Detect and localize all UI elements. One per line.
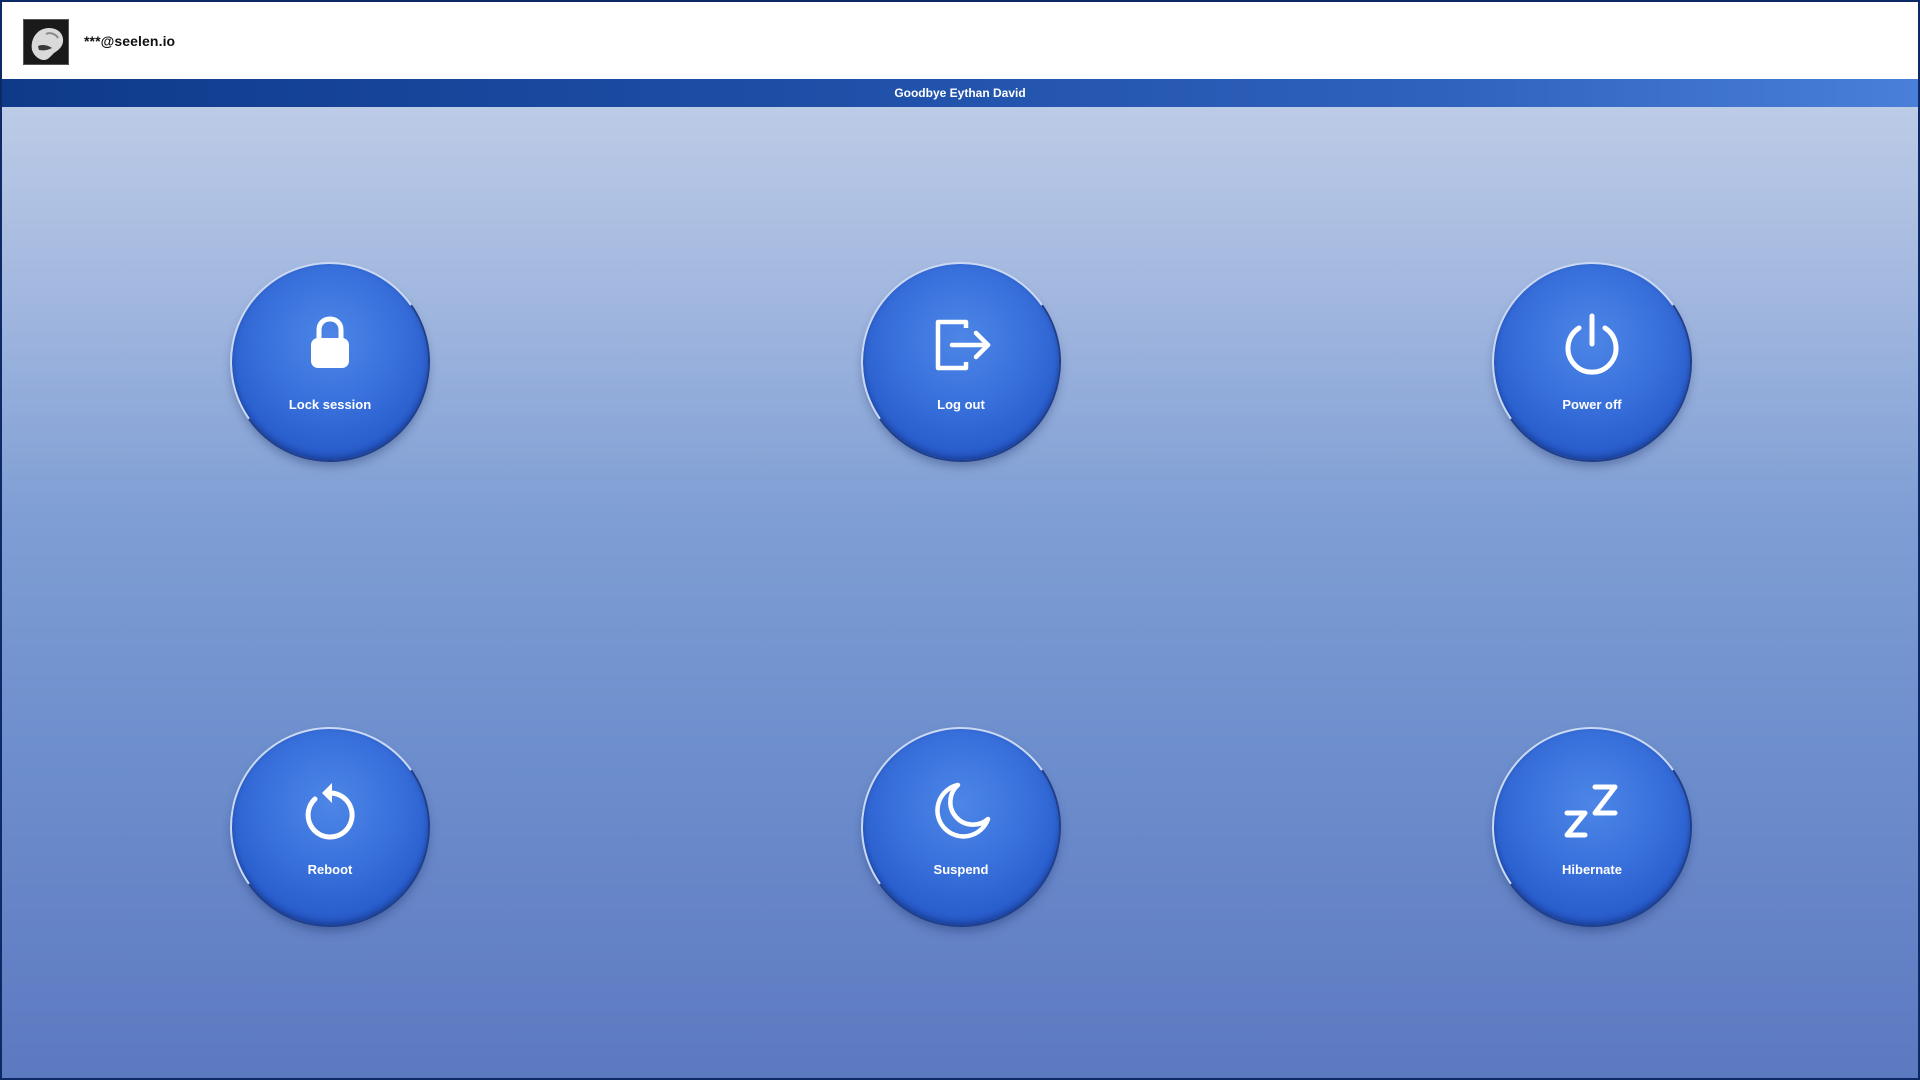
- greeting-banner: Goodbye Eythan David: [2, 79, 1918, 107]
- log-out-button[interactable]: Log out: [863, 264, 1059, 460]
- reboot-label: Reboot: [307, 862, 353, 877]
- sleep-zz-icon: [1564, 784, 1618, 838]
- power-off-button[interactable]: Power off: [1494, 264, 1690, 460]
- user-avatar: [23, 19, 69, 65]
- lock-session-button[interactable]: Lock session: [232, 264, 428, 460]
- moon-icon: [935, 782, 991, 839]
- lock-session-label: Lock session: [288, 397, 372, 412]
- hibernate-label: Hibernate: [1562, 862, 1622, 877]
- suspend-label: Suspend: [933, 862, 989, 877]
- suspend-button[interactable]: Suspend: [863, 729, 1059, 925]
- logout-icon: [935, 319, 991, 371]
- avatar-image: [24, 20, 68, 64]
- actions-area: Lock session Log out Power off Reboot Su…: [2, 107, 1918, 1078]
- power-icon: [1565, 313, 1619, 375]
- power-menu-window: ***@seelen.io Goodbye Eythan David Lock …: [0, 0, 1920, 1080]
- power-off-label: Power off: [1562, 397, 1622, 412]
- user-email: ***@seelen.io: [84, 33, 176, 49]
- reboot-icon: [305, 783, 355, 840]
- lock-icon: [311, 316, 349, 368]
- reboot-button[interactable]: Reboot: [232, 729, 428, 925]
- log-out-label: Log out: [937, 397, 985, 412]
- user-header: ***@seelen.io: [2, 2, 1918, 79]
- greeting-text: Goodbye Eythan David: [894, 86, 1026, 100]
- hibernate-button[interactable]: Hibernate: [1494, 729, 1690, 925]
